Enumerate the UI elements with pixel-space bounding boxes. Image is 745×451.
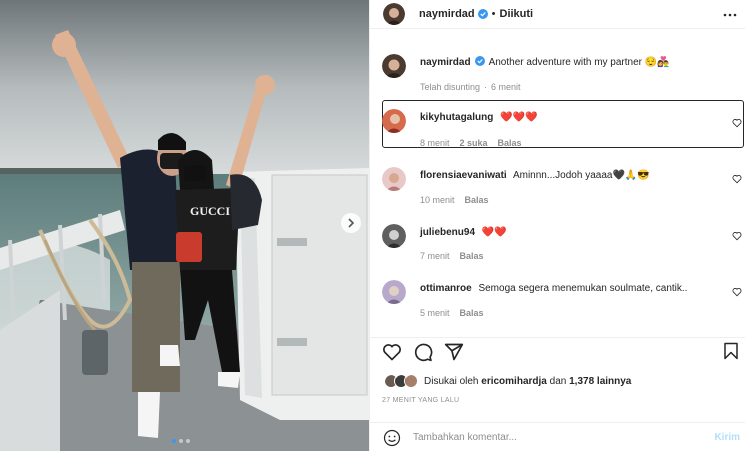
comment-input[interactable]	[413, 432, 673, 443]
comment-time: 7 menit	[420, 251, 450, 261]
comment-text: ottimanroe Semoga segera menemukan soulm…	[420, 282, 687, 296]
carousel-dot	[179, 439, 183, 443]
edited-label: Telah disunting	[420, 82, 481, 92]
follow-button[interactable]: Diikuti	[500, 8, 534, 20]
verified-badge-icon	[477, 9, 488, 19]
caption-emoji: 😌👩‍❤️‍👨	[644, 57, 670, 68]
commenter-avatar[interactable]	[382, 109, 406, 133]
bookmark-icon[interactable]	[723, 342, 739, 360]
share-icon[interactable]	[444, 342, 464, 362]
likes-summary: Disukai oleh ericomihardja dan 1,378 lai…	[384, 374, 631, 388]
comment-body: Semoga segera menemukan soulmate, cantik…	[478, 283, 688, 294]
post-header: naymirdad • Diikuti	[370, 0, 745, 29]
heart-icon[interactable]	[732, 118, 742, 128]
comment-username[interactable]: juliebenu94	[420, 227, 475, 238]
commenter-avatar[interactable]	[382, 280, 406, 304]
caption: naymirdad Another adventure with my partn…	[382, 54, 670, 78]
heart-icon[interactable]	[732, 287, 742, 297]
comment-item: ottimanroe Semoga segera menemukan soulm…	[382, 280, 687, 304]
post-actions: Disukai oleh ericomihardja dan 1,378 lai…	[370, 337, 745, 451]
comment-meta: 10 menit Balas	[420, 195, 489, 205]
carousel-dot-active	[172, 439, 176, 443]
comment-username[interactable]: ottimanroe	[420, 283, 472, 294]
comment-item: florensiaevaniwati Aminnn...Jodoh yaaaa🖤…	[382, 167, 650, 191]
carousel-dot	[186, 439, 190, 443]
likes-middle: dan	[549, 375, 567, 387]
chevron-right-icon	[348, 218, 355, 228]
comment-body: ❤️❤️	[481, 227, 507, 238]
comments-list: naymirdad Another adventure with my partn…	[370, 29, 745, 337]
heart-icon[interactable]	[732, 231, 742, 241]
comment-text: juliebenu94 ❤️❤️	[420, 226, 507, 240]
author-avatar[interactable]	[382, 54, 406, 78]
post-timestamp[interactable]: 27 MENIT YANG LALU	[382, 397, 459, 404]
comment-text: kikyhutagalung ❤️❤️❤️	[420, 111, 538, 125]
commenter-avatar[interactable]	[382, 224, 406, 248]
caption-username[interactable]: naymirdad	[420, 57, 471, 68]
liker-avatar[interactable]	[404, 374, 418, 388]
carousel-indicator	[172, 439, 190, 443]
comment-item: juliebenu94 ❤️❤️	[382, 224, 507, 248]
post-comment-button[interactable]: Kirim	[714, 432, 740, 443]
heart-icon[interactable]	[732, 174, 742, 184]
emoji-icon[interactable]	[383, 429, 401, 447]
meta-separator: ·	[484, 82, 488, 92]
edited-time: 6 menit	[491, 82, 521, 92]
comment-item: kikyhutagalung ❤️❤️❤️	[382, 109, 538, 133]
comment-meta: 5 menit Balas	[420, 308, 484, 318]
comment-username[interactable]: florensiaevaniwati	[420, 170, 507, 181]
heart-icon[interactable]	[382, 342, 402, 362]
comment-time: 8 menit	[420, 138, 450, 148]
post-details-panel: naymirdad • Diikuti naymirdad Another adv…	[369, 0, 745, 451]
comment-username[interactable]: kikyhutagalung	[420, 112, 493, 123]
comment-text: florensiaevaniwati Aminnn...Jodoh yaaaa🖤…	[420, 169, 650, 183]
likes-count[interactable]: 1,378 lainnya	[569, 376, 631, 387]
comment-body: ❤️❤️❤️	[500, 112, 538, 123]
comment-meta: 8 menit 2 suka Balas	[420, 138, 522, 148]
likes-user[interactable]: ericomihardja	[481, 376, 547, 387]
comment-meta: 7 menit Balas	[420, 251, 484, 261]
author-username[interactable]: naymirdad	[419, 8, 475, 20]
verified-badge-icon	[474, 56, 485, 66]
caption-body: Another adventure with my partner	[488, 57, 642, 68]
reply-button[interactable]: Balas	[460, 308, 484, 318]
post-photo[interactable]: GUCCI	[0, 0, 369, 451]
post-image: GUCCI	[0, 0, 369, 451]
comment-icon[interactable]	[413, 342, 433, 362]
separator-dot: •	[491, 8, 496, 20]
comment-likes[interactable]: 2 suka	[460, 138, 488, 148]
author-avatar[interactable]	[383, 3, 405, 25]
reply-button[interactable]: Balas	[460, 251, 484, 261]
likes-prefix: Disukai oleh	[424, 375, 479, 387]
caption-text: naymirdad Another adventure with my partn…	[420, 56, 670, 70]
comment-body: Aminnn...Jodoh yaaaa🖤🙏😎	[512, 170, 650, 181]
next-photo-button[interactable]	[341, 213, 361, 233]
reply-button[interactable]: Balas	[465, 195, 489, 205]
comment-time: 5 menit	[420, 308, 450, 318]
svg-text:GUCCI: GUCCI	[190, 204, 230, 218]
caption-meta: Telah disunting · 6 menit	[420, 82, 521, 92]
liker-avatars	[384, 374, 418, 388]
reply-button[interactable]: Balas	[498, 138, 522, 148]
comment-time: 10 menit	[420, 195, 455, 205]
more-options-icon[interactable]	[723, 8, 737, 22]
add-comment-bar: Kirim	[370, 422, 745, 451]
commenter-avatar[interactable]	[382, 167, 406, 191]
